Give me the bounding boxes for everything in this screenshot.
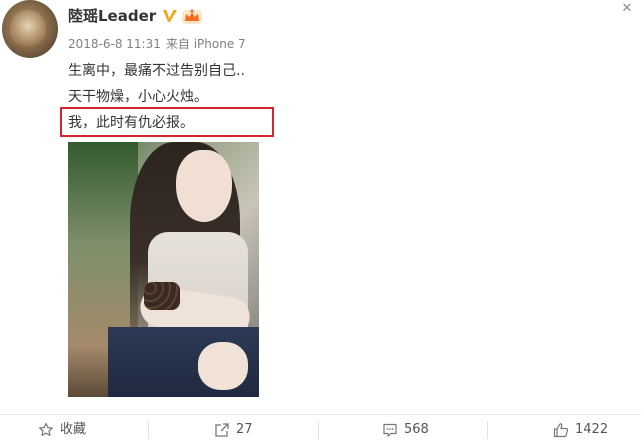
- post-source: 来自 iPhone 7: [165, 37, 246, 51]
- verified-v-icon: [163, 10, 177, 22]
- photo-face: [176, 150, 232, 222]
- repost-count: 27: [236, 422, 253, 437]
- divider: [487, 421, 488, 439]
- star-icon: [39, 422, 53, 436]
- post-photo[interactable]: [68, 142, 259, 397]
- like-button[interactable]: 1422: [553, 415, 608, 445]
- photo-hand: [198, 342, 248, 390]
- avatar[interactable]: [2, 0, 58, 58]
- comment-count: 568: [404, 422, 429, 437]
- divider: [318, 421, 319, 439]
- action-bar: 收藏 27 568 1422: [0, 414, 641, 444]
- thumbs-up-icon: [553, 423, 569, 438]
- username[interactable]: 陸瑶Leader: [68, 6, 156, 26]
- post-text-line-2: 天干物燥，小心火烛。: [68, 89, 208, 105]
- close-icon[interactable]: ✕: [620, 2, 634, 16]
- collect-label: 收藏: [60, 422, 87, 437]
- weibo-post: 陸瑶Leader ✕ 2018-6-8 11:31 来自 iPhone 7 生离中…: [0, 0, 641, 444]
- highlight-annotation-box: [60, 107, 274, 137]
- repost-button[interactable]: 27: [214, 415, 253, 445]
- collect-button[interactable]: 收藏: [38, 415, 86, 445]
- comment-button[interactable]: 568: [382, 415, 429, 445]
- vip-crown-icon[interactable]: [181, 7, 203, 25]
- divider: [148, 421, 149, 439]
- photo-bracelet: [144, 282, 180, 310]
- repost-icon: [215, 423, 229, 437]
- comment-icon: [383, 423, 397, 437]
- post-text-line-1: 生离中，最痛不过告别自己..: [68, 63, 245, 79]
- post-meta: 2018-6-8 11:31 来自 iPhone 7: [68, 36, 251, 52]
- like-count: 1422: [575, 422, 609, 437]
- post-date[interactable]: 2018-6-8 11:31: [68, 37, 161, 51]
- avatar-image: [10, 10, 46, 50]
